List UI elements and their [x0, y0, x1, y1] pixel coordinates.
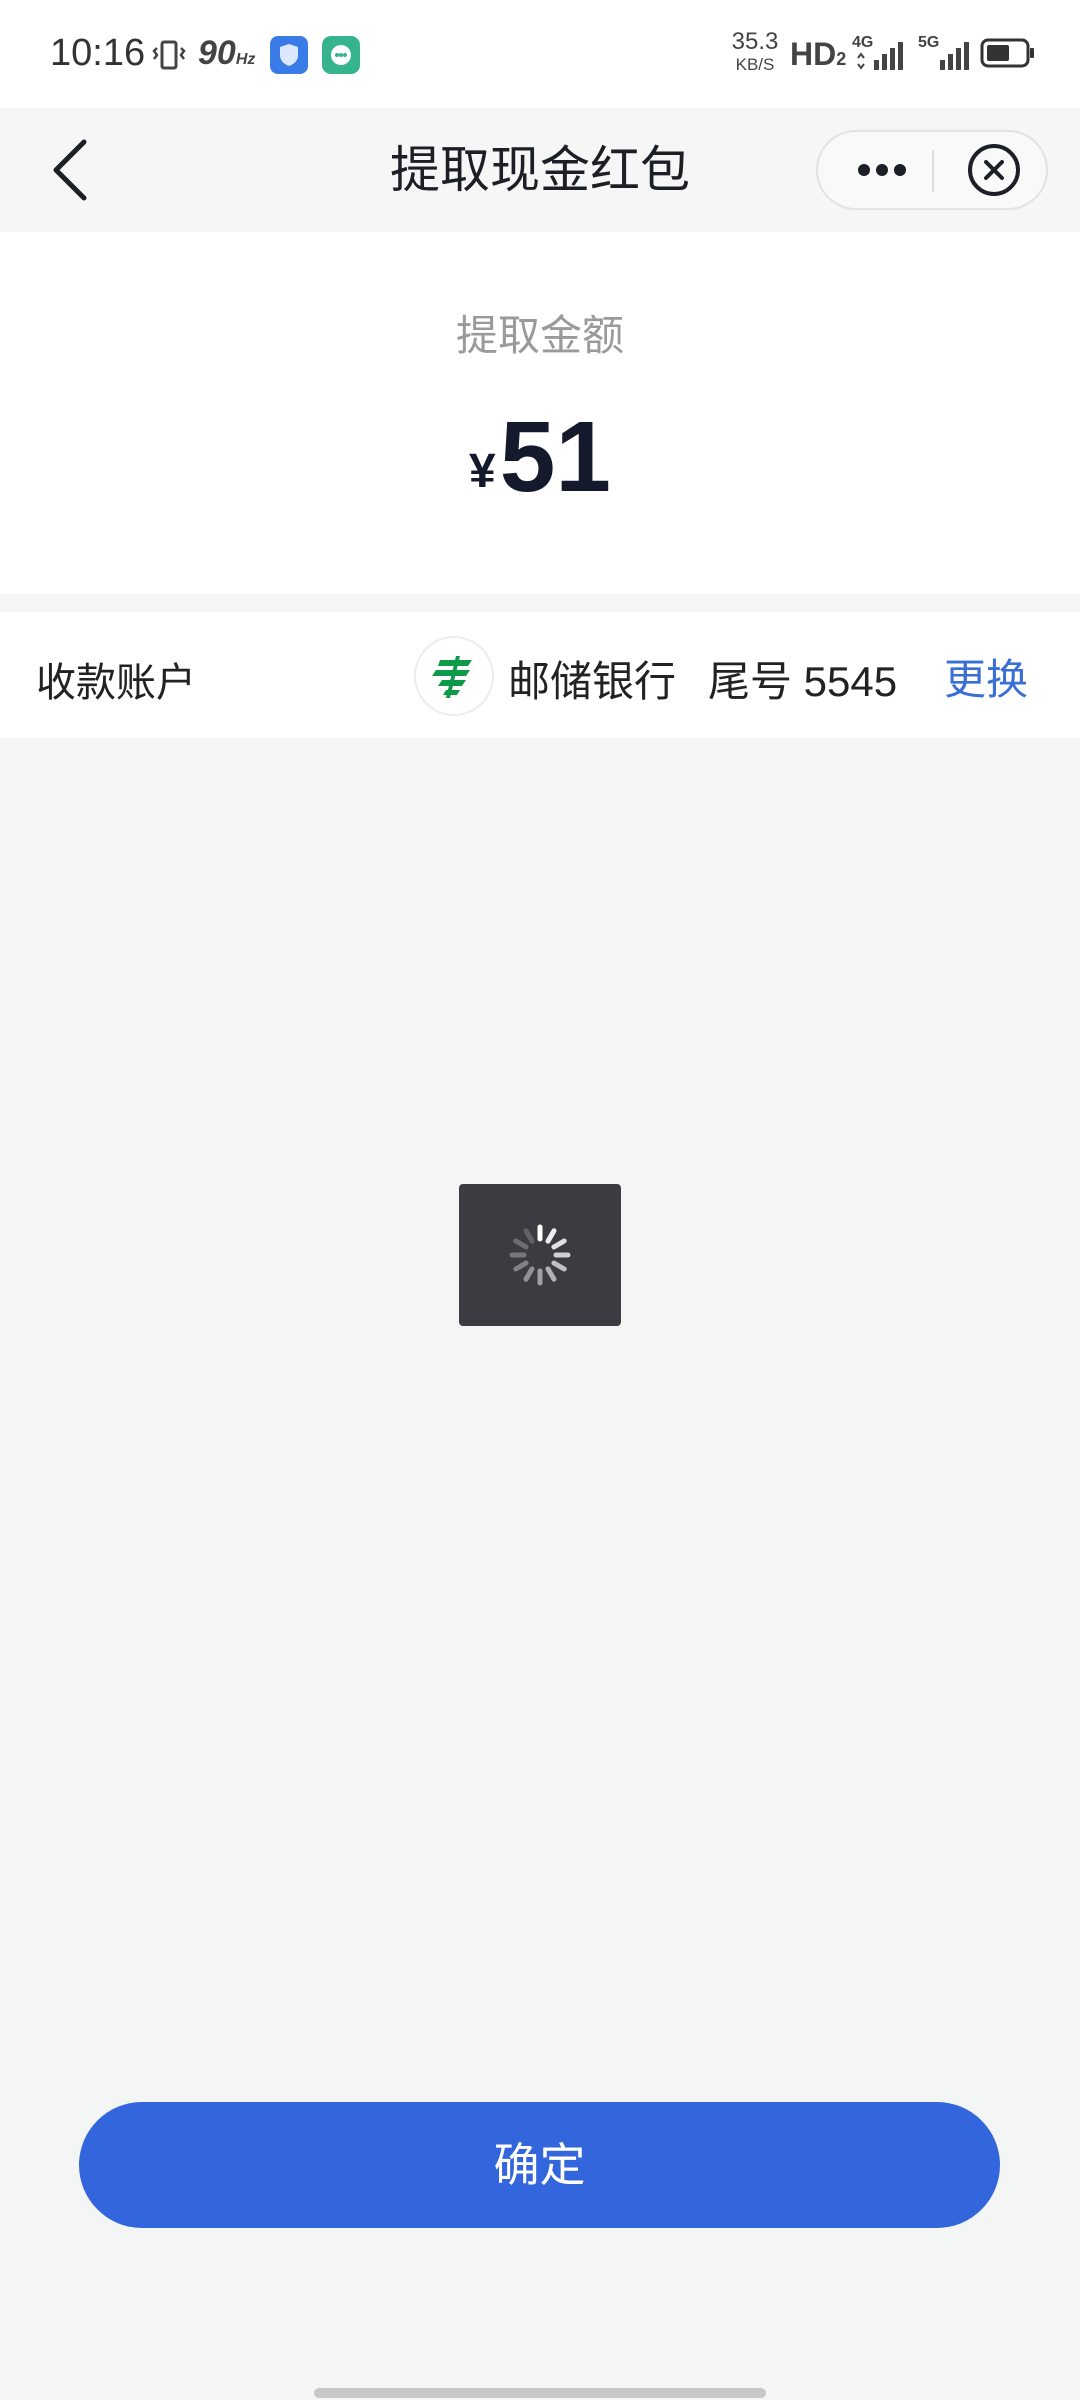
signal-icon: 4G — [852, 34, 912, 74]
back-arrow-icon — [53, 139, 87, 201]
back-button[interactable] — [40, 136, 104, 204]
signal-icon: 5G — [918, 34, 978, 74]
home-indicator[interactable] — [314, 2388, 766, 2398]
receiving-account-row: 收款账户 邮储银行 尾号 5545 更换 — [0, 612, 1080, 738]
amount-value: ¥51 — [0, 400, 1080, 515]
security-shield-icon — [270, 36, 308, 74]
loading-toast — [459, 1184, 621, 1326]
more-button[interactable] — [828, 132, 928, 208]
page-title: 提取现金红包 — [390, 141, 690, 199]
close-circle-icon — [968, 144, 1020, 196]
app-notification-icon — [322, 36, 360, 74]
card-tail-number: 尾号 5545 — [708, 658, 898, 705]
confirm-button[interactable]: 确定 — [79, 2102, 1000, 2228]
network-speed: 35.3 KB/S — [731, 28, 779, 74]
battery-icon — [980, 38, 1034, 68]
amount-number: 51 — [499, 401, 611, 513]
postal-savings-bank-logo-icon — [414, 636, 494, 716]
close-button[interactable] — [948, 132, 1038, 208]
amount-label: 提取金额 — [455, 311, 624, 360]
mini-program-capsule — [816, 130, 1048, 210]
refresh-rate: 90Hz — [198, 34, 256, 72]
bank-name: 邮储银行 — [508, 657, 677, 706]
amount-section: 提取金额 ¥51 — [0, 232, 1080, 594]
change-account-link[interactable]: 更换 — [944, 646, 1028, 707]
status-time: 10:16 — [50, 32, 146, 74]
account-label: 收款账户 — [36, 660, 196, 706]
more-dots-icon — [858, 164, 906, 176]
nav-bar: 提取现金红包 — [0, 108, 1080, 232]
capsule-divider — [932, 150, 934, 192]
currency-symbol: ¥ — [469, 445, 496, 498]
hd-indicator: HD2 — [790, 36, 847, 72]
vibrate-icon — [152, 40, 186, 70]
status-bar: 10:16 90Hz 35.3 KB/S HD2 4G 5G — [0, 0, 1080, 108]
loading-spinner-icon — [509, 1224, 571, 1286]
